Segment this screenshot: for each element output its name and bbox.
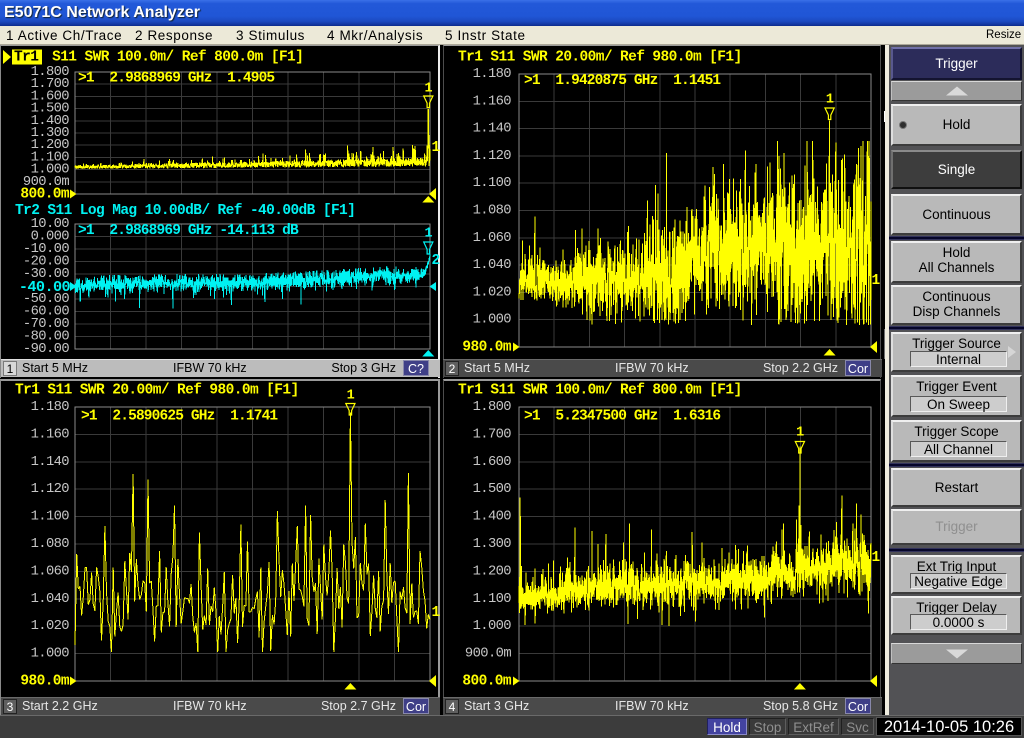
svg-text:1.140: 1.140 [31, 455, 70, 470]
svg-text:1.040: 1.040 [31, 592, 70, 607]
svg-text:1.000: 1.000 [31, 647, 70, 662]
svg-text:1.120: 1.120 [31, 482, 70, 497]
svg-text:1.160: 1.160 [473, 94, 512, 109]
svg-text:900.0m: 900.0m [465, 647, 511, 662]
svg-text:Tr1 S11 SWR 20.00m/ Ref 980.0m: Tr1 S11 SWR 20.00m/ Ref 980.0m [F1] [458, 50, 742, 66]
svg-text:>1 5.2347500 GHz 1.6316: >1 5.2347500 GHz 1.6316 [524, 409, 720, 425]
svg-text:>1 1.9420875 GHz 1.1451: >1 1.9420875 GHz 1.1451 [524, 73, 721, 89]
svg-text:-90.00: -90.00 [23, 342, 69, 357]
svg-text:800.0m: 800.0m [462, 674, 512, 690]
svg-text:1.060: 1.060 [473, 231, 512, 246]
svg-text:Tr1 S11 SWR 100.0m/ Ref 800.0m: Tr1 S11 SWR 100.0m/ Ref 800.0m [F1] [458, 383, 742, 399]
svg-text:1.000: 1.000 [473, 313, 512, 328]
svg-text:1.040: 1.040 [473, 258, 512, 273]
svg-text:1.020: 1.020 [473, 285, 512, 300]
svg-text:2: 2 [432, 253, 440, 269]
svg-text:1.100: 1.100 [31, 510, 70, 525]
svg-text:1: 1 [796, 426, 804, 441]
svg-text:1.600: 1.600 [473, 455, 512, 470]
svg-text:S11 SWR 100.0m/ Ref 800.0m [F1: S11 SWR 100.0m/ Ref 800.0m [F1] [44, 50, 303, 66]
svg-text:1.200: 1.200 [473, 564, 512, 579]
svg-text:1: 1 [425, 227, 433, 242]
svg-text:1: 1 [872, 273, 881, 289]
svg-text:1.100: 1.100 [473, 592, 512, 607]
svg-text:800.0m: 800.0m [20, 187, 70, 203]
svg-text:Tr1 S11 SWR 20.00m/ Ref 980.0m: Tr1 S11 SWR 20.00m/ Ref 980.0m [F1] [15, 383, 299, 399]
svg-text:1.800: 1.800 [473, 400, 512, 415]
svg-text:1: 1 [425, 82, 433, 97]
svg-text:1: 1 [826, 93, 834, 108]
svg-text:>1 2.9868969 GHz 1.4905: >1 2.9868969 GHz 1.4905 [78, 71, 274, 87]
svg-text:1.400: 1.400 [473, 510, 512, 525]
svg-text:1.020: 1.020 [31, 619, 70, 634]
svg-text:1: 1 [347, 389, 355, 404]
svg-text:1.180: 1.180 [31, 400, 70, 415]
svg-text:1.100: 1.100 [473, 176, 512, 191]
svg-text:1.080: 1.080 [31, 537, 70, 552]
svg-text:1.140: 1.140 [473, 122, 512, 137]
svg-text:1: 1 [432, 140, 441, 156]
svg-text:980.0m: 980.0m [20, 674, 70, 690]
svg-text:980.0m: 980.0m [462, 340, 512, 356]
svg-text:1.700: 1.700 [473, 427, 512, 442]
svg-text:1.120: 1.120 [473, 149, 512, 164]
svg-text:1.160: 1.160 [31, 427, 70, 442]
svg-text:1.300: 1.300 [473, 537, 512, 552]
svg-text:>1 2.9868969 GHz -14.113 dB: >1 2.9868969 GHz -14.113 dB [78, 223, 299, 239]
svg-text:1: 1 [432, 605, 441, 621]
svg-text:>1 2.5890625 GHz 1.1741: >1 2.5890625 GHz 1.1741 [81, 409, 278, 425]
svg-text:1.500: 1.500 [473, 482, 512, 497]
svg-text:1.080: 1.080 [473, 204, 512, 219]
svg-text:1.060: 1.060 [31, 564, 70, 579]
svg-text:1.180: 1.180 [473, 67, 512, 82]
svg-text:1.000: 1.000 [473, 619, 512, 634]
svg-text:Tr1: Tr1 [14, 50, 39, 66]
svg-text:1: 1 [872, 550, 881, 566]
